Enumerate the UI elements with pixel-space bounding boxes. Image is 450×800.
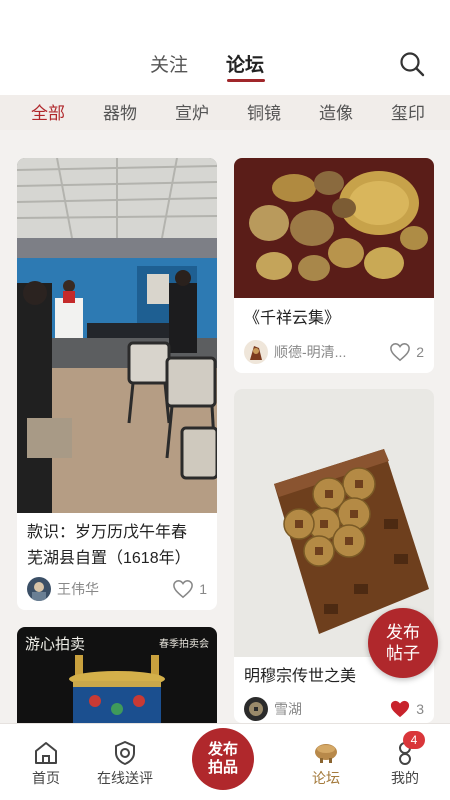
author-name: 顺德-明清... (274, 344, 347, 360)
image-overlay-brand: 游心拍卖 (25, 635, 86, 653)
image-overlay-event: 春季拍卖会 (159, 639, 209, 650)
like-count: 1 (199, 581, 207, 597)
top-header: 关注 论坛 (0, 0, 450, 95)
post-card[interactable]: 款识：岁万历戊午年春 芜湖县自置（1618年） 王伟华 1 (17, 158, 217, 610)
post-image-censers (234, 158, 434, 298)
avatar (27, 577, 51, 601)
nav-forum-label: 论坛 (312, 770, 340, 786)
category-bronze-mirror[interactable]: 铜镜 (247, 99, 281, 124)
post-title: 《千祥云集》 (244, 310, 341, 327)
search-icon[interactable] (398, 50, 426, 78)
post-title-line1: 款识：岁万历戊午年春 (27, 524, 188, 541)
publish-post-label-2: 帖子 (386, 644, 420, 663)
heart-outline-icon (173, 580, 194, 599)
publish-lot-button[interactable]: 发布 拍品 (192, 728, 254, 790)
category-bar: 全部 器物 宣炉 铜镜 造像 玺印 (0, 95, 450, 130)
active-tab-indicator (227, 79, 265, 82)
author-name: 雪湖 (274, 701, 302, 717)
avatar (244, 340, 268, 364)
post-card[interactable]: 《千祥云集》 顺德-明清... 2 (234, 158, 434, 373)
notification-badge: 4 (403, 731, 425, 749)
category-xuan-censer[interactable]: 宣炉 (175, 99, 209, 124)
home-icon (35, 742, 57, 764)
heart-outline-icon (390, 343, 411, 362)
publish-post-label-1: 发布 (386, 623, 420, 642)
tab-forum[interactable]: 论坛 (226, 50, 264, 77)
nav-online-appraisal[interactable]: 在线送评 (85, 724, 165, 800)
shield-check-icon (115, 741, 135, 765)
post-author[interactable]: 雪湖 (244, 697, 302, 721)
nav-mine-label: 我的 (391, 770, 419, 786)
nav-forum[interactable]: 论坛 (286, 724, 366, 800)
nav-home-label: 首页 (32, 770, 60, 786)
forum-vessel-icon (315, 744, 337, 763)
author-name: 王伟华 (57, 581, 99, 597)
post-author[interactable]: 王伟华 (27, 577, 99, 601)
like-count: 3 (416, 701, 424, 717)
post-title-line2: 芜湖县自置（1618年） (27, 550, 191, 567)
heart-filled-icon (391, 700, 410, 718)
avatar (244, 697, 268, 721)
like-button[interactable]: 2 (389, 342, 424, 362)
nav-online-appraisal-label: 在线送评 (97, 770, 153, 786)
like-button[interactable]: 3 (389, 699, 424, 719)
category-statue[interactable]: 造像 (319, 99, 353, 124)
publish-lot-label-1: 发布 (207, 741, 238, 758)
tab-follow[interactable]: 关注 (150, 50, 188, 77)
category-seal[interactable]: 玺印 (391, 99, 425, 124)
post-title: 明穆宗传世之美 (244, 668, 357, 685)
category-all[interactable]: 全部 (31, 99, 65, 124)
publish-lot-label-2: 拍品 (207, 759, 238, 776)
like-count: 2 (416, 344, 424, 360)
post-image-auction-hall (17, 158, 217, 513)
category-objects[interactable]: 器物 (103, 99, 137, 124)
post-card[interactable]: 游心拍卖 春季拍卖会 (17, 627, 217, 723)
like-button[interactable]: 1 (172, 579, 207, 599)
post-author[interactable]: 顺德-明清... (244, 340, 346, 364)
publish-post-button[interactable]: 发布 帖子 (368, 608, 438, 678)
nav-home[interactable]: 首页 (6, 724, 86, 800)
